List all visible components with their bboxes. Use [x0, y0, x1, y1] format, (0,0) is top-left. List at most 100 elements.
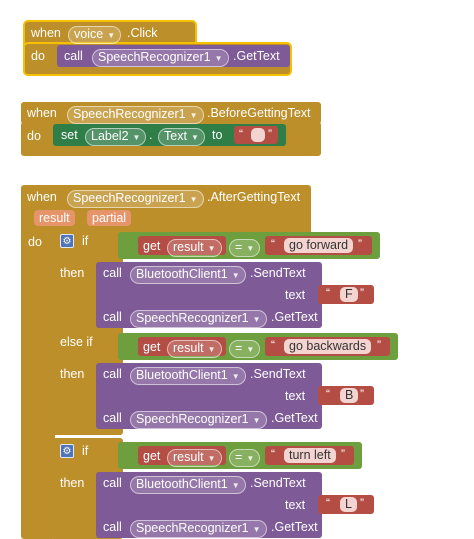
- chevron-down-icon: ▼: [189, 111, 198, 120]
- method-name: .SendText: [250, 476, 306, 490]
- open-quote: “: [271, 447, 275, 461]
- text-arg-label: text: [285, 498, 306, 512]
- call-label: call: [103, 266, 122, 280]
- component-dropdown-sr1[interactable]: SpeechRecognizer1 ▼: [130, 520, 267, 538]
- chevron-down-icon: ▼: [190, 133, 199, 142]
- dropdown-value: BluetoothClient1: [136, 267, 228, 281]
- component-dropdown-sr1[interactable]: SpeechRecognizer1 ▼: [92, 49, 229, 67]
- component-dropdown-sr1[interactable]: SpeechRecognizer1 ▼: [67, 190, 204, 208]
- var-dropdown-result[interactable]: result ▼: [167, 340, 222, 358]
- method-name: .GetText: [271, 310, 318, 324]
- method-name: .GetText: [271, 411, 318, 425]
- component-dropdown-voice[interactable]: voice ▼: [68, 26, 122, 44]
- chevron-down-icon: ▼: [252, 416, 261, 425]
- string-value[interactable]: F: [340, 287, 358, 302]
- call-label: call: [103, 520, 122, 534]
- chevron-down-icon: ▼: [246, 454, 255, 463]
- param-result[interactable]: result: [34, 210, 75, 226]
- event-name: .Click: [127, 26, 158, 40]
- component-dropdown-sr1[interactable]: SpeechRecognizer1 ▼: [67, 106, 204, 124]
- param-partial[interactable]: partial: [87, 210, 132, 226]
- component-dropdown-bt1[interactable]: BluetoothClient1 ▼: [130, 476, 246, 494]
- property-dropdown-text[interactable]: Text ▼: [158, 128, 205, 146]
- dropdown-value: Label2: [91, 129, 129, 143]
- dropdown-value: =: [235, 341, 243, 355]
- when-label: when: [27, 190, 57, 204]
- get-label: get: [143, 340, 161, 354]
- when-label: when: [31, 26, 61, 40]
- call-label: call: [103, 411, 122, 425]
- operator-dropdown-eq[interactable]: = ▼: [229, 239, 261, 257]
- method-name: .SendText: [250, 367, 306, 381]
- call-label: call: [64, 49, 83, 63]
- text-arg-label: text: [285, 389, 306, 403]
- chevron-down-icon: ▼: [231, 372, 240, 381]
- string-value[interactable]: go backwards: [284, 339, 372, 354]
- event-name: .AfterGettingText: [207, 190, 301, 204]
- dropdown-value: voice: [74, 27, 104, 41]
- chevron-down-icon: ▼: [231, 271, 240, 280]
- close-quote: ”: [268, 127, 272, 141]
- component-dropdown-label2[interactable]: Label2 ▼: [85, 128, 147, 146]
- dot-label: .: [149, 128, 153, 142]
- component-dropdown-sr1[interactable]: SpeechRecognizer1 ▼: [130, 310, 267, 328]
- get-label: get: [143, 239, 161, 253]
- string-value[interactable]: go forward: [284, 238, 354, 253]
- dropdown-value: BluetoothClient1: [136, 368, 228, 382]
- do-label: do: [31, 49, 45, 63]
- to-label: to: [212, 128, 223, 142]
- dropdown-value: result: [173, 341, 204, 355]
- close-quote: ”: [377, 338, 381, 352]
- do-label: do: [28, 235, 42, 249]
- chevron-down-icon: ▼: [207, 454, 216, 463]
- event-name: .BeforeGettingText: [207, 106, 311, 120]
- operator-dropdown-eq[interactable]: = ▼: [229, 340, 261, 358]
- call-label: call: [103, 310, 122, 324]
- event-block-do-rail: [21, 230, 55, 539]
- dropdown-value: SpeechRecognizer1: [73, 191, 186, 205]
- gear-icon[interactable]: ⚙: [60, 234, 74, 248]
- string-value[interactable]: B: [340, 388, 359, 403]
- component-dropdown-sr1[interactable]: SpeechRecognizer1 ▼: [130, 411, 267, 429]
- open-quote: “: [239, 127, 243, 141]
- close-quote: ”: [341, 447, 345, 461]
- open-quote: “: [326, 286, 330, 300]
- then-label: then: [60, 266, 85, 280]
- string-value-empty[interactable]: [251, 128, 265, 142]
- close-quote: ”: [360, 387, 364, 401]
- component-dropdown-bt1[interactable]: BluetoothClient1 ▼: [130, 367, 246, 385]
- var-dropdown-result[interactable]: result ▼: [167, 449, 222, 467]
- gear-icon[interactable]: ⚙: [60, 444, 74, 458]
- dropdown-value: SpeechRecognizer1: [136, 521, 249, 535]
- chevron-down-icon: ▼: [246, 345, 255, 354]
- close-quote: ”: [360, 496, 364, 510]
- open-quote: “: [271, 237, 275, 251]
- then-label: then: [60, 476, 85, 490]
- chevron-down-icon: ▼: [207, 244, 216, 253]
- chevron-down-icon: ▼: [252, 525, 261, 534]
- component-dropdown-bt1[interactable]: BluetoothClient1 ▼: [130, 266, 246, 284]
- chevron-down-icon: ▼: [207, 345, 216, 354]
- chevron-down-icon: ▼: [246, 244, 255, 253]
- close-quote: ”: [360, 286, 364, 300]
- string-value[interactable]: turn left: [284, 448, 336, 463]
- var-dropdown-result[interactable]: result ▼: [167, 239, 222, 257]
- dropdown-value: BluetoothClient1: [136, 477, 228, 491]
- dropdown-value: =: [235, 240, 243, 254]
- chevron-down-icon: ▼: [132, 133, 141, 142]
- open-quote: “: [271, 338, 275, 352]
- operator-dropdown-eq[interactable]: = ▼: [229, 449, 261, 467]
- dropdown-value: result: [173, 450, 204, 464]
- method-name: .SendText: [250, 266, 306, 280]
- dropdown-value: Text: [164, 129, 187, 143]
- when-label: when: [27, 106, 57, 120]
- do-label: do: [27, 129, 41, 143]
- get-label: get: [143, 449, 161, 463]
- text-arg-label: text: [285, 288, 306, 302]
- string-value[interactable]: L: [340, 497, 357, 512]
- chevron-down-icon: ▼: [107, 31, 116, 40]
- dropdown-value: =: [235, 450, 243, 464]
- else-if-label: else if: [60, 335, 93, 349]
- open-quote: “: [326, 496, 330, 510]
- chevron-down-icon: ▼: [189, 195, 198, 204]
